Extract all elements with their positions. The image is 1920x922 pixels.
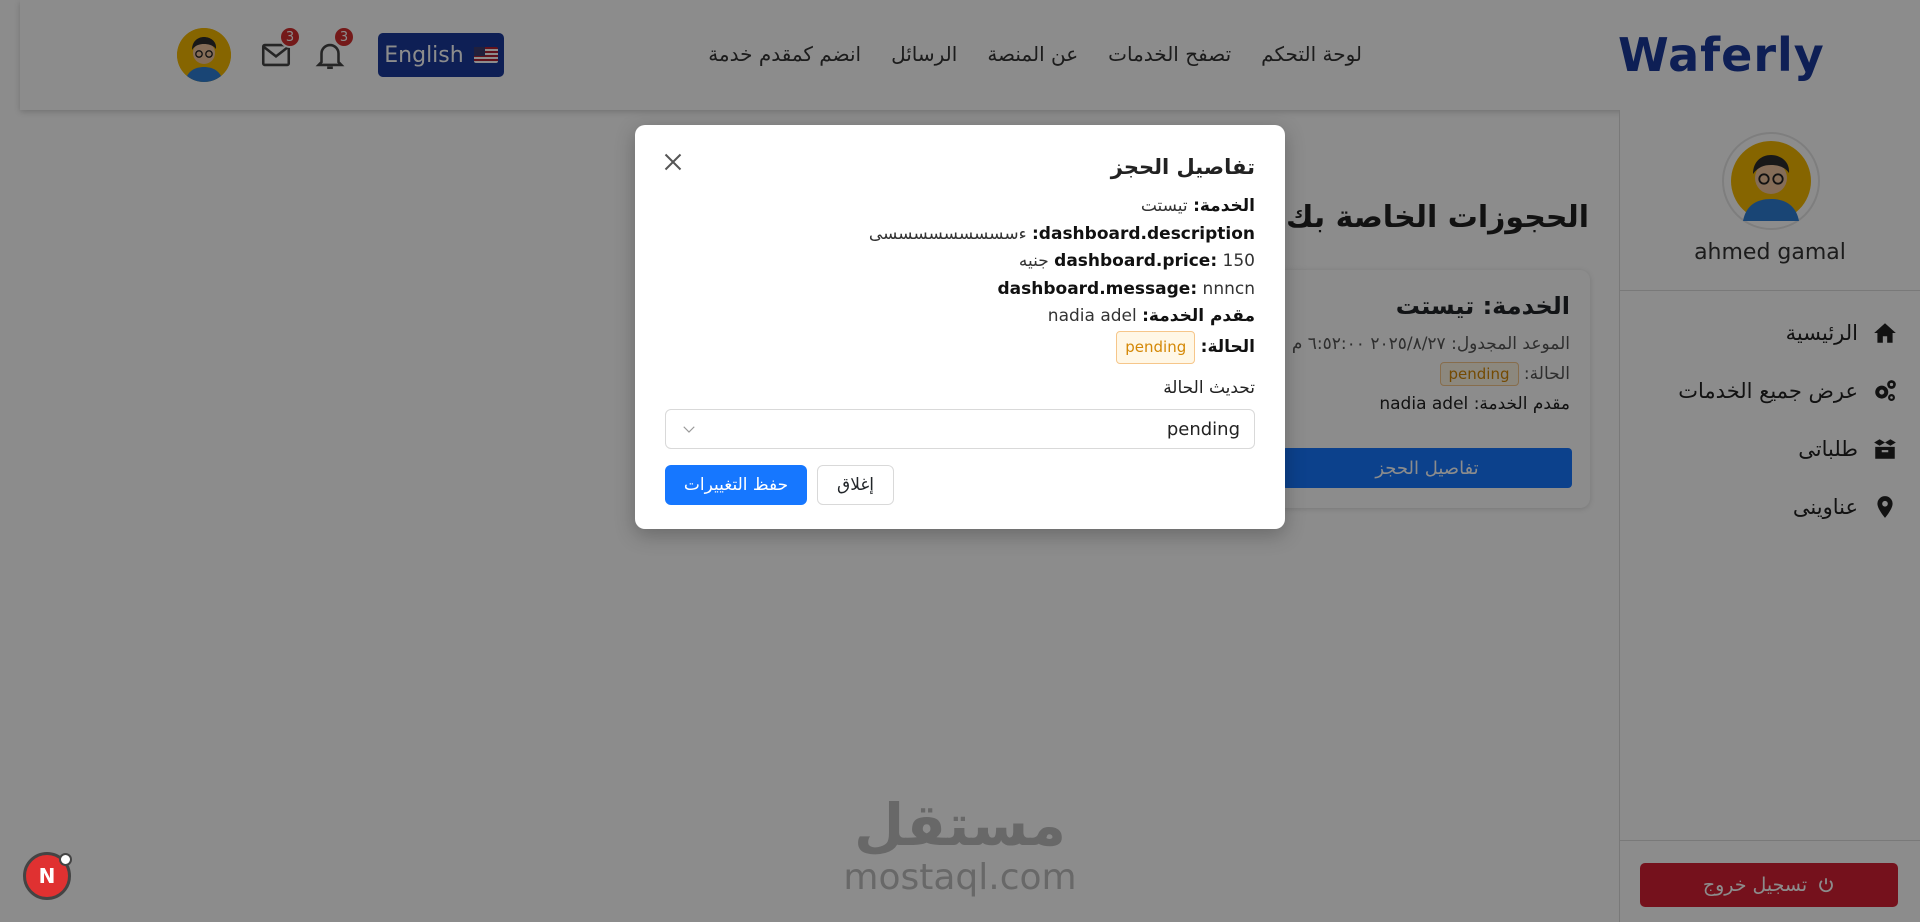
close-icon <box>664 153 682 171</box>
save-changes-button[interactable]: حفظ التغييرات <box>665 465 807 505</box>
modal-title: تفاصيل الحجز <box>1110 155 1255 179</box>
detail-value: ءسسسسسسسسسى <box>868 223 1027 244</box>
update-status-label: تحديث الحالة <box>1163 378 1255 398</box>
indicator-dot <box>59 853 72 866</box>
cancel-button[interactable]: إغلاق <box>817 465 894 505</box>
status-badge: pending <box>1116 330 1196 364</box>
detail-label: dashboard.price: <box>1054 251 1218 271</box>
detail-message: dashboard.message: nnncn <box>869 276 1255 304</box>
detail-status: الحالة: pending <box>869 330 1255 364</box>
detail-value: nnncn <box>1202 278 1255 299</box>
detail-provider: مقدم الخدمة: nadia adel <box>869 303 1255 331</box>
detail-label: الحالة: <box>1200 336 1255 357</box>
detail-label: الخدمة: <box>1193 196 1255 216</box>
detail-description: dashboard.description: ءسسسسسسسسسى <box>869 221 1255 249</box>
status-select[interactable]: pending <box>665 409 1255 449</box>
detail-price: dashboard.price: 150 جنيه <box>869 248 1255 276</box>
modal-close-button[interactable] <box>658 147 688 177</box>
chevron-down-icon <box>683 426 695 433</box>
detail-label: dashboard.message: <box>997 278 1198 299</box>
detail-label: مقدم الخدمة: <box>1142 306 1255 326</box>
modal-details: الخدمة: تيستت dashboard.description: ءسس… <box>869 193 1255 364</box>
detail-value: تيستت <box>1140 196 1188 216</box>
status-select-value: pending <box>1166 418 1240 440</box>
detail-label: dashboard.description: <box>1031 223 1255 244</box>
booking-details-modal: تفاصيل الحجز الخدمة: تيستت dashboard.des… <box>635 125 1285 529</box>
detail-value: nadia adel <box>1047 306 1137 326</box>
detail-service: الخدمة: تيستت <box>869 193 1255 221</box>
